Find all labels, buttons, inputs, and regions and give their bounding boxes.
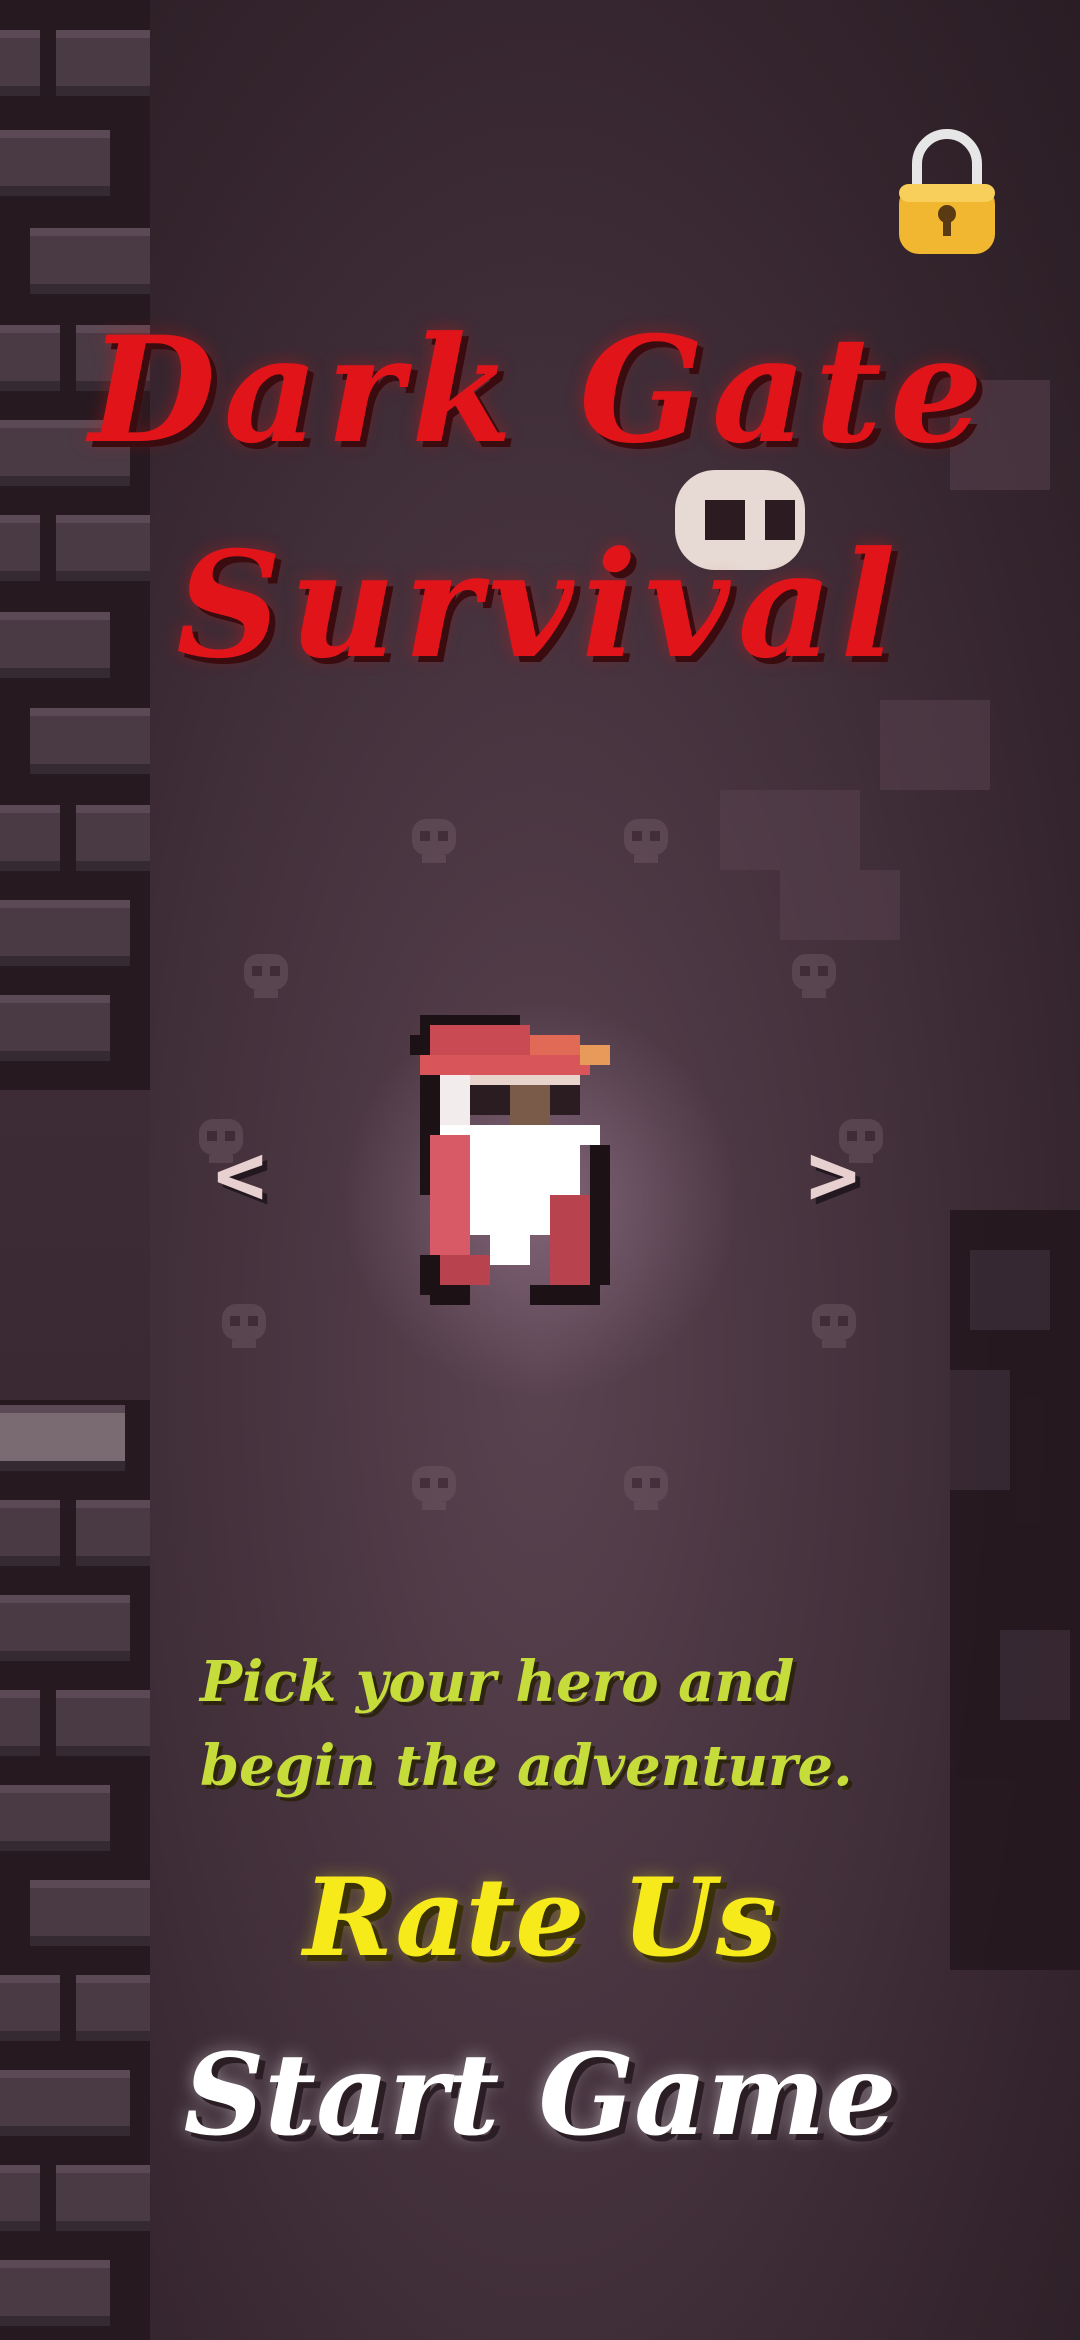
skull-icon	[244, 954, 288, 998]
skull-icon	[812, 1304, 856, 1348]
rate-us-button[interactable]: Rate Us	[0, 1855, 1080, 1981]
game-title-line2: Survival	[176, 520, 904, 691]
next-hero-button[interactable]: >	[793, 1132, 873, 1218]
description-line1: Pick your hero and	[200, 1649, 795, 1715]
hero-select-description: Pick your hero and begin the adventure.	[200, 1640, 900, 1808]
lock-icon[interactable]	[895, 128, 999, 258]
skull-icon	[222, 1304, 266, 1348]
bg-pixel-decor	[880, 700, 990, 790]
game-title-line1: Dark Gate	[89, 305, 991, 476]
prev-hero-button[interactable]: <	[200, 1132, 280, 1218]
wizard-hero-sprite[interactable]	[390, 1015, 670, 1325]
bg-pixel-decor	[780, 870, 900, 940]
skull-icon	[412, 819, 456, 863]
start-game-button[interactable]: Start Game	[0, 2030, 1080, 2161]
description-line2: begin the adventure.	[200, 1733, 853, 1799]
skull-icon	[624, 819, 668, 863]
skull-icon	[412, 1466, 456, 1510]
bg-pixel-decor	[720, 790, 860, 870]
skull-icon	[624, 1466, 668, 1510]
skull-icon	[792, 954, 836, 998]
